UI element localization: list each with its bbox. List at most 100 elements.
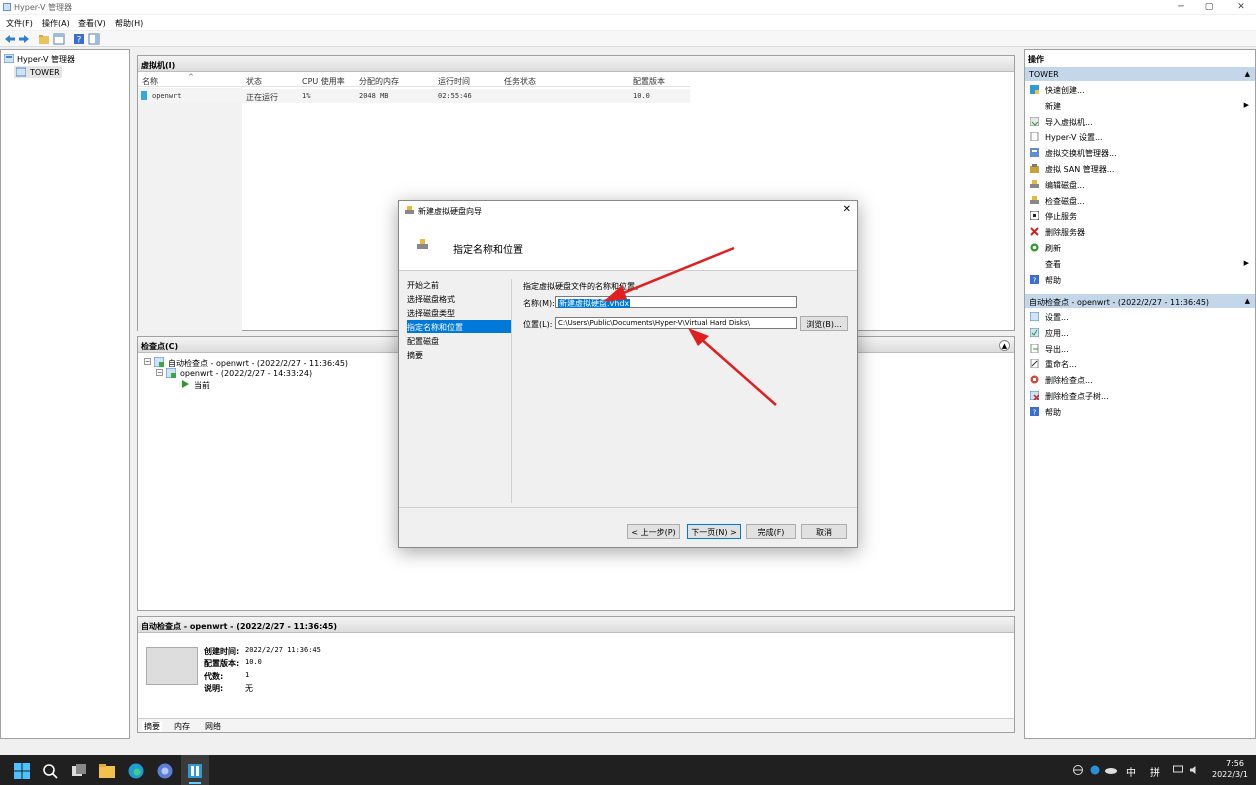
action-item[interactable]: 删除检查点子树... bbox=[1025, 388, 1255, 404]
menu-help[interactable]: 帮助(H) bbox=[115, 18, 143, 29]
clock-date[interactable]: 2022/3/1 bbox=[1212, 770, 1248, 779]
menu-action[interactable]: 操作(A) bbox=[42, 18, 70, 29]
edge-icon[interactable] bbox=[128, 763, 144, 779]
action-item[interactable]: 查看 ▶ bbox=[1025, 256, 1255, 272]
delete-icon bbox=[1030, 227, 1039, 236]
step-disk-type[interactable]: 选择磁盘类型 bbox=[407, 306, 511, 319]
menu-view[interactable]: 查看(V) bbox=[78, 18, 106, 29]
back-icon[interactable] bbox=[4, 33, 16, 45]
window-title: Hyper-V 管理器 bbox=[14, 3, 72, 12]
name-input[interactable]: 新建虚拟硬盘.vhdx bbox=[555, 296, 797, 308]
action-item[interactable]: 导入虚拟机... bbox=[1025, 114, 1255, 130]
action-label: 导入虚拟机... bbox=[1045, 117, 1093, 127]
close-button[interactable]: ✕ bbox=[1230, 0, 1252, 14]
col-version[interactable]: 配置版本 bbox=[633, 76, 665, 87]
ime-mode[interactable]: 中 bbox=[1126, 764, 1136, 779]
col-memory[interactable]: 分配的内存 bbox=[359, 76, 399, 87]
console-tree-icon[interactable] bbox=[53, 33, 65, 45]
file-explorer-icon[interactable] bbox=[99, 763, 115, 779]
col-state[interactable]: 状态 bbox=[246, 76, 262, 87]
col-task[interactable]: 任务状态 bbox=[504, 76, 536, 87]
app-icon[interactable] bbox=[157, 763, 173, 779]
step-summary[interactable]: 摘要 bbox=[407, 348, 511, 361]
task-view-icon[interactable] bbox=[71, 763, 87, 779]
table-row[interactable]: openwrt 正在运行 1% 2048 MB 02:55:46 10.0 bbox=[138, 89, 690, 103]
quick-create-icon bbox=[1030, 85, 1039, 94]
network-globe-icon[interactable] bbox=[1073, 765, 1083, 775]
col-cpu[interactable]: CPU 使用率 bbox=[302, 76, 345, 87]
action-item[interactable]: 虚拟交换机管理器... bbox=[1025, 145, 1255, 161]
vm-panel-header: 虚拟机(I) bbox=[138, 56, 1014, 72]
action-item[interactable]: 新建 ▶ bbox=[1025, 98, 1255, 114]
section-checkpoint[interactable]: 自动检查点 - openwrt - (2022/2/27 - 11:36:45)… bbox=[1025, 294, 1255, 308]
action-item[interactable]: 应用... bbox=[1025, 325, 1255, 341]
folder-up-icon[interactable] bbox=[38, 33, 50, 45]
previous-button[interactable]: < 上一步(P) bbox=[627, 524, 680, 539]
dialog-close-button[interactable]: ✕ bbox=[843, 204, 851, 215]
finish-button[interactable]: 完成(F) bbox=[746, 524, 796, 539]
browse-button[interactable]: 浏览(B)... bbox=[800, 316, 848, 331]
step-disk-format[interactable]: 选择磁盘格式 bbox=[407, 292, 511, 305]
disk-icon bbox=[1030, 195, 1039, 204]
cancel-button[interactable]: 取消 bbox=[801, 524, 847, 539]
search-icon[interactable] bbox=[42, 763, 58, 779]
display-icon[interactable] bbox=[1173, 765, 1183, 775]
action-item[interactable]: 检查磁盘... bbox=[1025, 193, 1255, 209]
step-configure-disk[interactable]: 配置磁盘 bbox=[407, 334, 511, 347]
action-item[interactable]: 设置... bbox=[1025, 309, 1255, 325]
action-item[interactable]: 编辑磁盘... bbox=[1025, 177, 1255, 193]
tab-summary[interactable]: 摘要 bbox=[142, 721, 162, 732]
wizard-steps: 开始之前 选择磁盘格式 选择磁盘类型 指定名称和位置 配置磁盘 摘要 bbox=[399, 271, 511, 507]
action-item[interactable]: 停止服务 bbox=[1025, 208, 1255, 224]
import-icon bbox=[1030, 116, 1039, 126]
action-item[interactable]: ? 帮助 bbox=[1025, 272, 1255, 288]
tab-network[interactable]: 网络 bbox=[205, 721, 221, 732]
collapse-icon[interactable]: ▲ bbox=[1245, 297, 1250, 305]
action-item[interactable]: ? 帮助 bbox=[1025, 404, 1255, 420]
tree-item-tower[interactable]: TOWER bbox=[14, 66, 62, 78]
step-before-begin[interactable]: 开始之前 bbox=[407, 278, 511, 291]
security-icon[interactable] bbox=[1090, 765, 1100, 775]
next-button[interactable]: 下一页(N) > bbox=[687, 524, 741, 539]
help-icon[interactable]: ? bbox=[73, 33, 85, 45]
name-input-value: 新建虚拟硬盘.vhdx bbox=[558, 299, 631, 308]
action-item[interactable]: 删除检查点... bbox=[1025, 372, 1255, 388]
action-label: 检查磁盘... bbox=[1045, 196, 1085, 206]
action-pane-icon[interactable] bbox=[88, 33, 100, 45]
section-tower[interactable]: TOWER ▲ bbox=[1025, 67, 1255, 81]
tree-expander-icon[interactable]: − bbox=[156, 369, 163, 376]
ime-pinyin[interactable]: 拼 bbox=[1150, 764, 1160, 779]
tab-memory[interactable]: 内存 bbox=[174, 721, 190, 732]
volume-icon[interactable] bbox=[1189, 765, 1199, 775]
maximize-button[interactable]: ▢ bbox=[1198, 0, 1220, 14]
minimize-button[interactable]: ─ bbox=[1170, 0, 1192, 14]
action-item[interactable]: 导出... bbox=[1025, 341, 1255, 357]
action-label: 帮助 bbox=[1045, 275, 1061, 285]
version-value: 10.0 bbox=[245, 658, 262, 666]
action-item[interactable]: Hyper-V 设置... bbox=[1025, 129, 1255, 145]
wizard-footer-divider bbox=[399, 507, 857, 508]
action-item[interactable]: 重命名... bbox=[1025, 356, 1255, 372]
hyperv-manager-icon[interactable] bbox=[187, 763, 203, 779]
clock-time[interactable]: 7:56 bbox=[1226, 759, 1244, 768]
action-label: 新建 bbox=[1045, 101, 1061, 111]
collapse-icon[interactable]: ▲ bbox=[1245, 70, 1250, 78]
action-label: 重命名... bbox=[1045, 360, 1077, 370]
location-input[interactable]: C:\Users\Public\Documents\Hyper-V\Virtua… bbox=[555, 317, 797, 329]
onedrive-icon[interactable] bbox=[1105, 766, 1117, 774]
forward-icon[interactable] bbox=[18, 33, 30, 45]
col-uptime[interactable]: 运行时间 bbox=[438, 76, 470, 87]
action-item[interactable]: 虚拟 SAN 管理器... bbox=[1025, 161, 1255, 177]
wizard-divider bbox=[511, 279, 512, 503]
tree-expander-icon[interactable]: − bbox=[144, 358, 151, 365]
windows-start-icon[interactable] bbox=[14, 763, 30, 779]
col-name[interactable]: 名称 bbox=[142, 76, 158, 87]
step-name-location[interactable]: 指定名称和位置 bbox=[407, 320, 511, 333]
menu-file[interactable]: 文件(F) bbox=[6, 18, 33, 29]
name-label: 名称(M): bbox=[523, 299, 555, 308]
action-item[interactable]: 快速创建... bbox=[1025, 82, 1255, 98]
action-item[interactable]: 刷新 bbox=[1025, 240, 1255, 256]
san-icon bbox=[1030, 164, 1039, 173]
collapse-icon[interactable]: ▲ bbox=[999, 340, 1010, 351]
action-item[interactable]: 删除服务器 bbox=[1025, 224, 1255, 240]
